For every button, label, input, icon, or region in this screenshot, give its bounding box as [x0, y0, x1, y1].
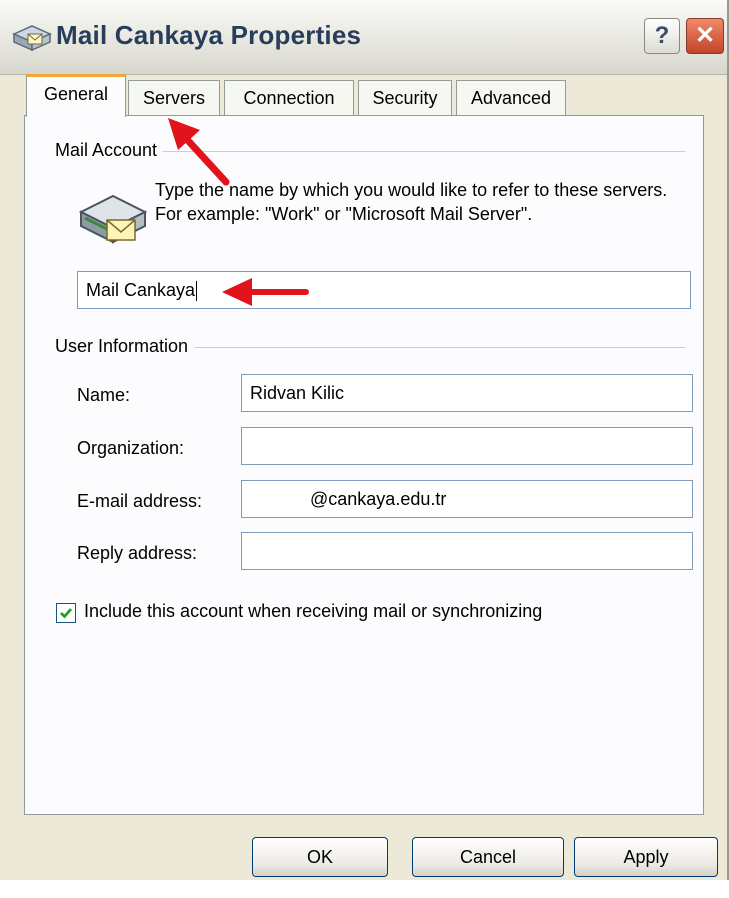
- organization-input[interactable]: [241, 427, 693, 465]
- apply-button[interactable]: Apply: [574, 837, 718, 877]
- name-input[interactable]: Ridvan Kilic: [241, 374, 693, 412]
- tab-security[interactable]: Security: [358, 80, 452, 116]
- include-account-checkbox[interactable]: [56, 603, 76, 623]
- email-address-input[interactable]: @cankaya.edu.tr: [241, 480, 693, 518]
- general-tab-panel: Mail Account Type the name by which you …: [24, 115, 704, 815]
- help-button[interactable]: ?: [644, 18, 680, 54]
- account-name-value: Mail Cankaya: [86, 280, 196, 300]
- tab-connection[interactable]: Connection: [224, 80, 354, 116]
- mail-accounts-icon: [12, 25, 52, 52]
- user-information-group-label: User Information: [55, 336, 195, 357]
- cancel-button[interactable]: Cancel: [412, 837, 564, 877]
- email-address-label: E-mail address:: [77, 491, 203, 511]
- annotation-arrow-servers-tab: [168, 118, 230, 186]
- text-caret: [196, 281, 198, 302]
- account-name-input[interactable]: Mail Cankaya: [77, 271, 691, 309]
- mail-account-group-label: Mail Account: [55, 140, 164, 161]
- close-button[interactable]: ✕: [686, 18, 724, 54]
- properties-dialog: Mail Cankaya Properties ? ✕ Servers Conn…: [0, 0, 729, 880]
- annotation-arrow-account-name: [222, 278, 309, 306]
- tab-general[interactable]: General: [26, 74, 126, 117]
- tab-advanced[interactable]: Advanced: [456, 80, 566, 116]
- organization-label: Organization:: [77, 438, 185, 458]
- window-title: Mail Cankaya Properties: [56, 20, 362, 50]
- title-bar[interactable]: Mail Cankaya Properties ? ✕: [0, 0, 727, 75]
- checkmark-icon: [60, 608, 73, 619]
- ok-button[interactable]: OK: [252, 837, 388, 877]
- tab-strip: Servers Connection Security Advanced Gen…: [24, 74, 704, 117]
- include-account-label: Include this account when receiving mail…: [84, 601, 543, 621]
- name-label: Name:: [77, 385, 131, 405]
- tab-servers[interactable]: Servers: [128, 80, 220, 116]
- mail-server-icon: [78, 194, 148, 244]
- reply-address-input[interactable]: [241, 532, 693, 570]
- reply-address-label: Reply address:: [77, 543, 198, 563]
